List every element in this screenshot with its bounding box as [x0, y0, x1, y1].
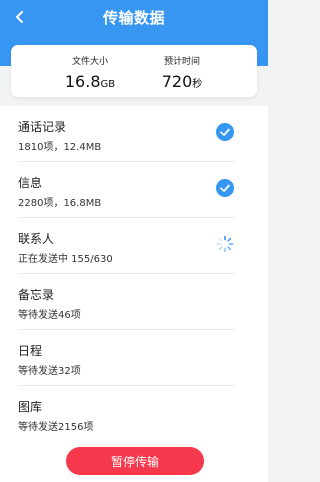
list-item: 图库 等待发送2156项 [0, 386, 268, 442]
page-title: 传输数据 [102, 8, 165, 27]
list-item: 信息 2280项，16.8MB [0, 162, 268, 218]
item-detail: 正在发送中 155/630 [18, 254, 113, 265]
item-title: 联系人 [18, 232, 55, 246]
item-detail: 2280项，16.8MB [18, 198, 102, 209]
item-title: 通话记录 [18, 120, 67, 134]
loading-spinner-icon [216, 235, 234, 253]
item-detail: 等待发送2156项 [18, 422, 94, 433]
back-button[interactable] [10, 7, 30, 27]
check-circle-icon [216, 179, 234, 197]
estimated-time-unit: 秒 [192, 79, 203, 90]
item-title: 日程 [18, 344, 43, 358]
item-detail: 1810项，12.4MB [18, 142, 102, 153]
list-item: 联系人 正在发送中 155/630 [0, 218, 268, 274]
file-size-number: 16.8 [64, 72, 101, 91]
estimated-time-label: 预计时间 [163, 57, 200, 67]
check-circle-icon [216, 123, 234, 141]
file-size-value: 16.8GB [65, 72, 115, 91]
file-size-unit: GB [100, 79, 116, 90]
estimated-time-block: 预计时间 720秒 [127, 54, 237, 91]
list-item: 日程 等待发送32项 [0, 330, 268, 386]
estimated-time-value: 720秒 [162, 72, 203, 91]
transfer-list: 通话记录 1810项，12.4MB 信息 2280项，16.8MB 联系人 正在… [0, 106, 268, 440]
summary-card: 文件大小 16.8GB 预计时间 720秒 [11, 45, 257, 97]
item-title: 信息 [18, 176, 43, 190]
chevron-left-icon [16, 11, 23, 23]
list-item: 通话记录 1810项，12.4MB [0, 106, 268, 162]
item-detail: 等待发送32项 [18, 366, 81, 377]
item-title: 备忘录 [18, 288, 55, 302]
item-detail: 等待发送46项 [18, 310, 81, 321]
pause-transfer-button[interactable]: 暂停传输 [66, 447, 204, 475]
list-item: 备忘录 等待发送46项 [0, 274, 268, 330]
estimated-time-number: 720 [161, 72, 193, 91]
item-title: 图库 [18, 400, 43, 414]
app-header: 传输数据 [0, 0, 268, 34]
